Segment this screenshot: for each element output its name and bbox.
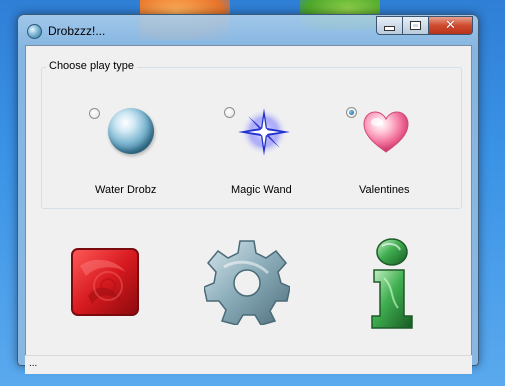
window-title: Drobzzz!... — [48, 24, 106, 38]
minimize-button[interactable] — [376, 16, 403, 35]
status-text: ... — [29, 358, 38, 369]
window-controls: ✕ — [376, 16, 473, 36]
close-button[interactable]: ✕ — [429, 16, 473, 35]
option-label-magic-wand[interactable]: Magic Wand — [231, 184, 292, 196]
magic-star-icon[interactable] — [234, 104, 294, 160]
play-button[interactable] — [68, 246, 142, 320]
group-title: Choose play type — [46, 60, 137, 72]
client-area: Choose play type Water Drobz Magic Wand … — [25, 45, 472, 358]
radio-water-drobz[interactable] — [89, 108, 100, 119]
option-label-valentines[interactable]: Valentines — [359, 184, 410, 196]
status-bar: ... — [25, 355, 472, 374]
radio-valentines[interactable] — [346, 107, 357, 118]
title-bar[interactable]: Drobzzz!... ✕ — [18, 15, 478, 45]
minimize-icon — [384, 26, 395, 31]
close-icon: ✕ — [445, 18, 456, 33]
water-drop-orb-icon[interactable] — [108, 108, 154, 154]
info-button[interactable] — [364, 238, 420, 330]
app-icon[interactable] — [27, 24, 42, 39]
maximize-icon — [410, 21, 421, 30]
maximize-button[interactable] — [403, 16, 429, 35]
settings-gear-button[interactable] — [204, 237, 290, 325]
app-window: Drobzzz!... ✕ Choose play type Water Dro… — [17, 14, 479, 374]
heart-icon[interactable] — [362, 110, 410, 154]
option-label-water-drobz[interactable]: Water Drobz — [95, 184, 156, 196]
